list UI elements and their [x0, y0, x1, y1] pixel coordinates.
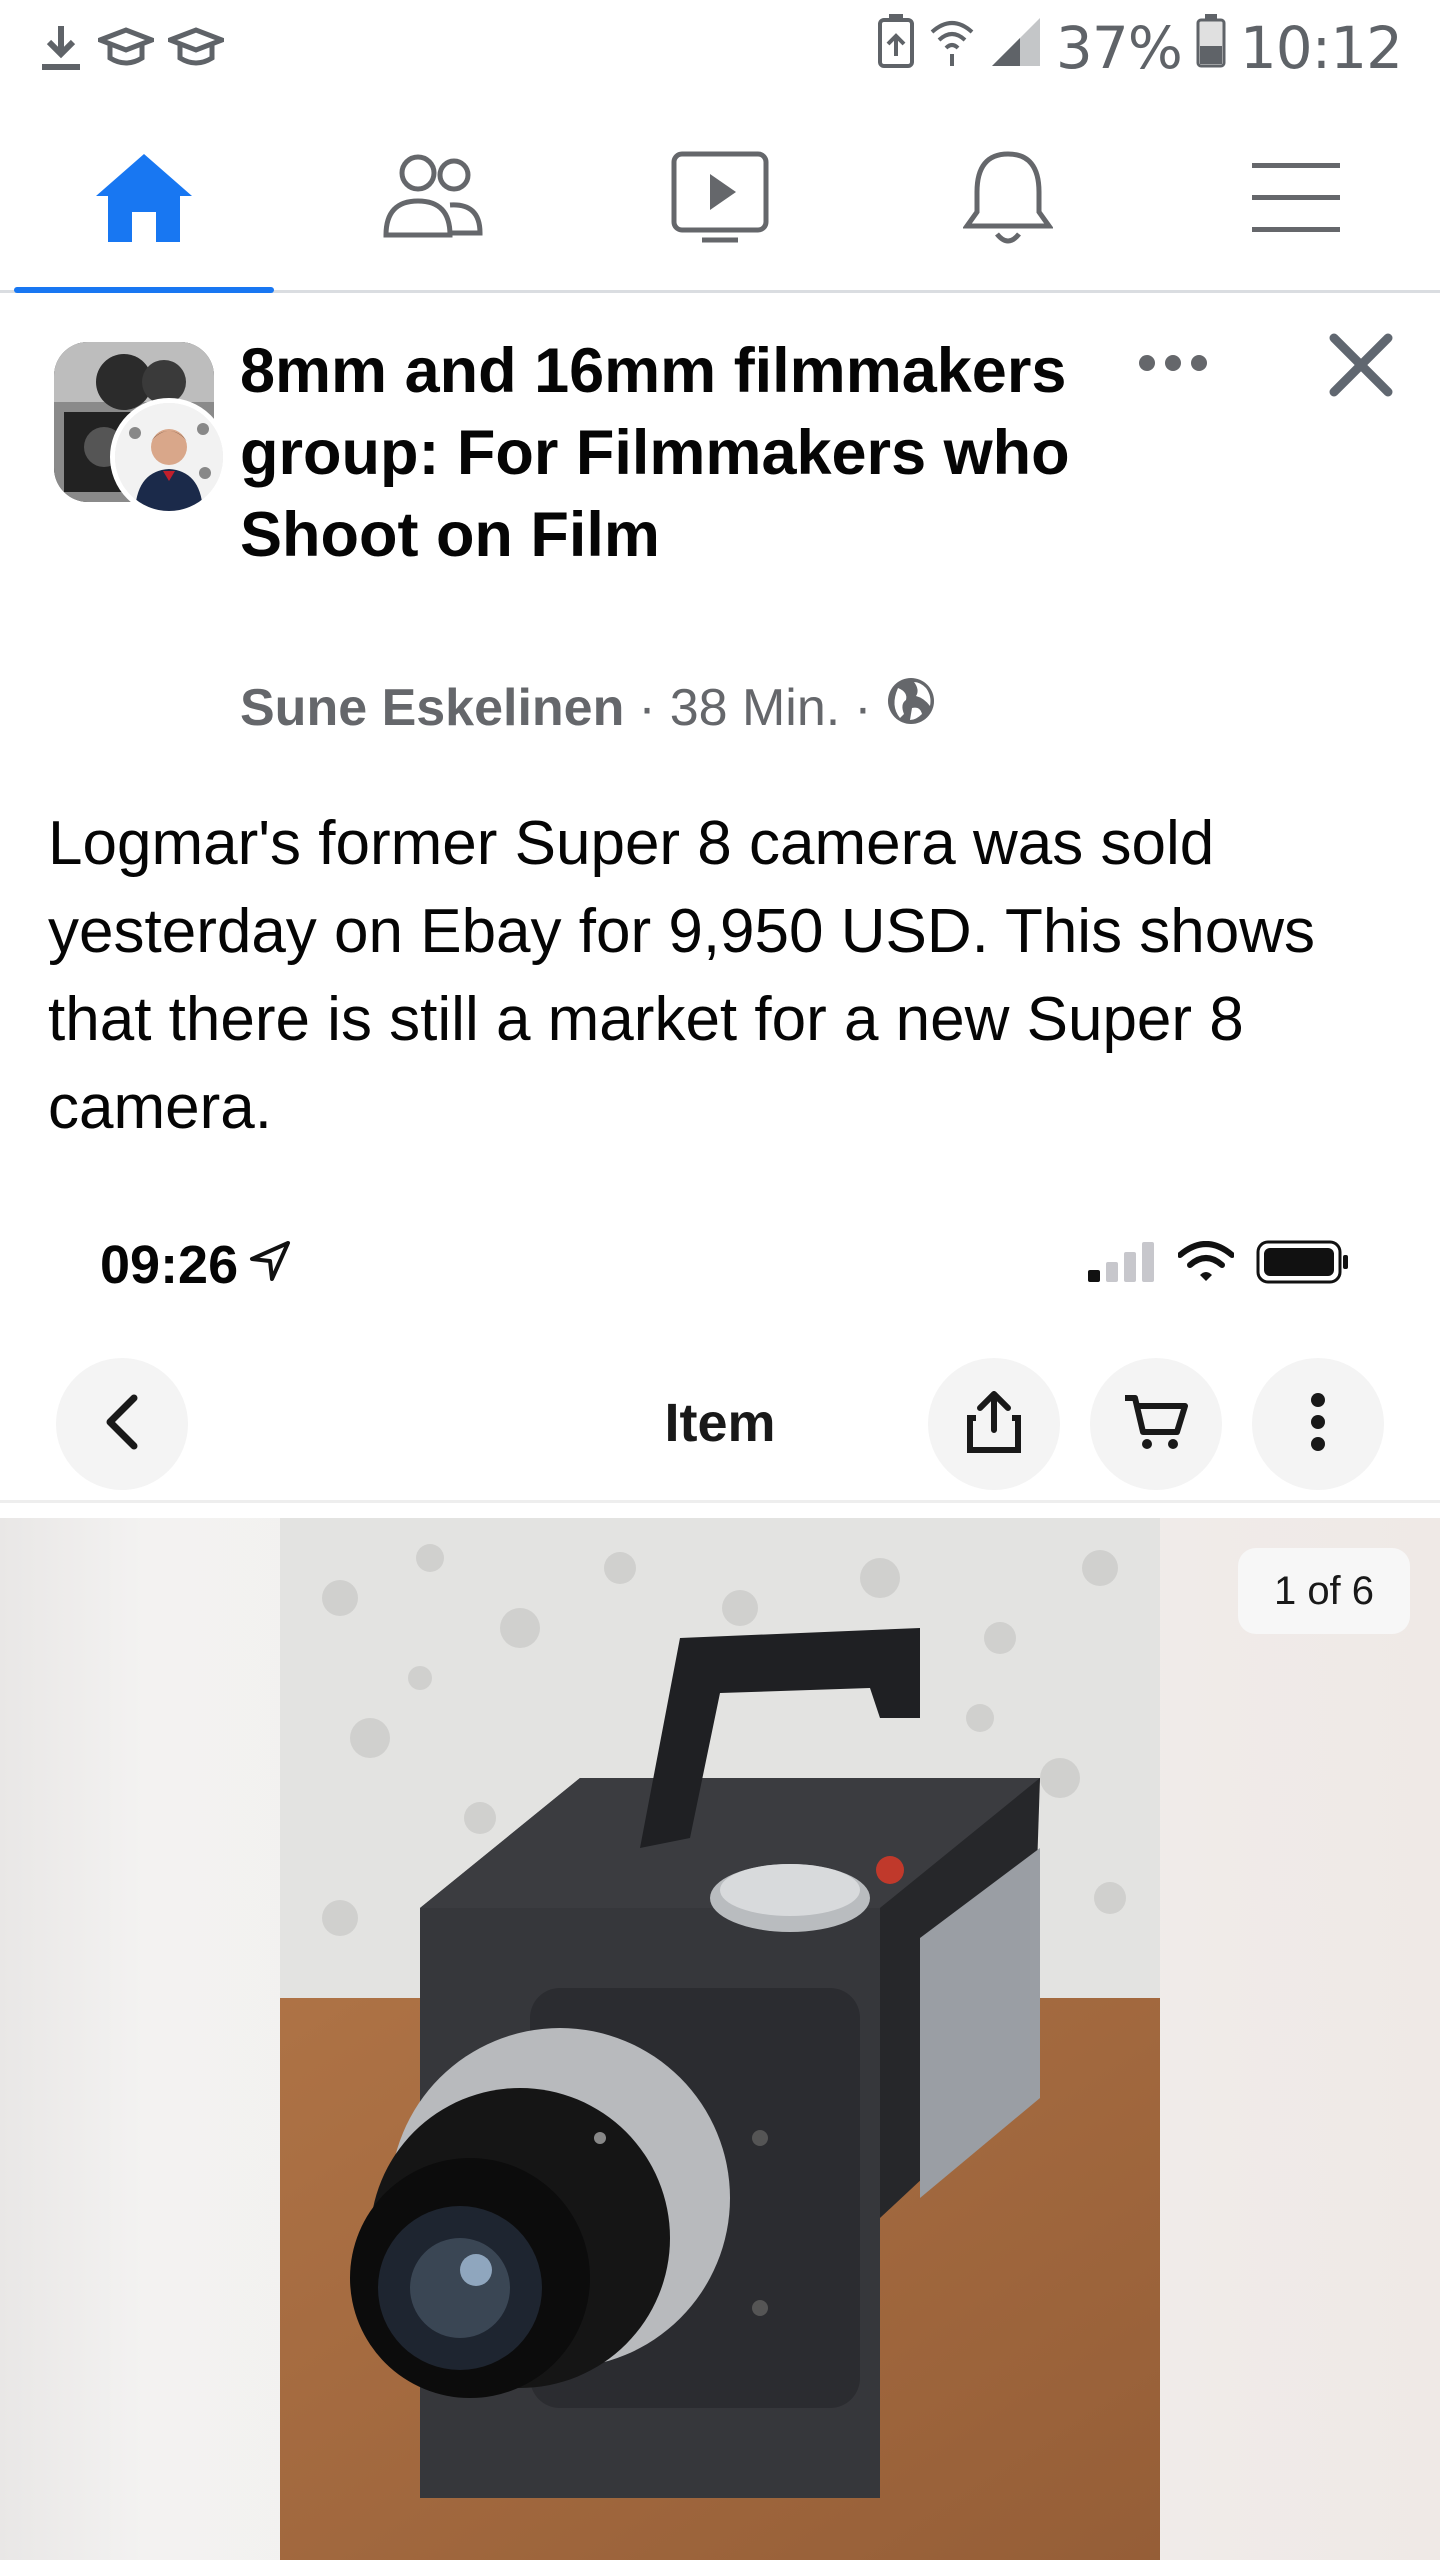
post-meta: Sune Eskelinen · 38 Min. · [240, 676, 936, 739]
close-icon [1328, 332, 1394, 403]
ios-status-icons [1086, 1240, 1350, 1289]
tab-notifications[interactable] [864, 110, 1152, 290]
author-name-link[interactable]: Sune Eskelinen [240, 678, 624, 738]
post-image[interactable]: 09:26 Item 1 of 6 [0, 1180, 1440, 2560]
clock: 10:12 [1239, 14, 1403, 82]
cellular-signal-icon [1086, 1242, 1156, 1287]
tab-friends[interactable] [288, 110, 576, 290]
more-horizontal-icon [1138, 354, 1208, 377]
ios-status-time-group: 09:26 [100, 1234, 292, 1296]
tab-watch[interactable] [576, 110, 864, 290]
globe-icon [886, 676, 936, 739]
notifications-bell-icon [962, 148, 1054, 253]
share-icon [966, 1390, 1022, 1459]
menu-icon [1250, 159, 1342, 242]
status-bar: 37% 10:12 [0, 0, 1440, 100]
download-icon [38, 22, 84, 79]
post-text: Logmar's former Super 8 camera was sold … [48, 809, 1316, 1142]
group-name-link[interactable]: 8mm and 16mm filmmakers group: For Filmm… [240, 330, 1120, 576]
cart-button[interactable] [1090, 1358, 1222, 1490]
signal-icon [990, 14, 1042, 82]
ebay-header-title: Item [664, 1393, 776, 1453]
status-right: 37% 10:12 [877, 14, 1403, 82]
tab-menu[interactable] [1152, 110, 1440, 290]
status-left-icons [38, 22, 229, 79]
post-timestamp[interactable]: 38 Min. [670, 678, 841, 738]
post-avatar[interactable] [54, 342, 228, 516]
tab-home[interactable] [0, 110, 288, 293]
graduation-cap-icon [93, 26, 159, 75]
more-vertical-icon [1310, 1392, 1326, 1457]
hide-post-button[interactable] [1316, 322, 1406, 412]
ios-battery-icon [1256, 1240, 1350, 1289]
friends-icon [380, 153, 484, 248]
meta-separator: · [638, 678, 656, 737]
watch-icon [670, 150, 770, 251]
share-button[interactable] [928, 1358, 1060, 1490]
location-arrow-icon [248, 1234, 292, 1296]
image-counter: 1 of 6 [1238, 1548, 1410, 1634]
top-nav [0, 110, 1440, 293]
battery-saver-icon [877, 14, 914, 82]
ios-clock: 09:26 [100, 1235, 239, 1295]
post-more-button[interactable] [1128, 330, 1218, 400]
battery-percent: 37% [1055, 14, 1183, 82]
wifi-calling-icon [928, 14, 976, 82]
graduation-cap-icon [163, 26, 229, 75]
camera-photo [280, 1518, 1160, 2560]
listing-photo-area[interactable]: 1 of 6 [0, 1518, 1440, 2560]
author-avatar[interactable] [110, 398, 228, 516]
meta-separator: · [854, 678, 872, 737]
wifi-icon [1177, 1241, 1235, 1288]
home-icon [92, 150, 196, 251]
battery-icon [1196, 14, 1226, 82]
cart-icon [1123, 1392, 1189, 1457]
more-options-button[interactable] [1252, 1358, 1384, 1490]
